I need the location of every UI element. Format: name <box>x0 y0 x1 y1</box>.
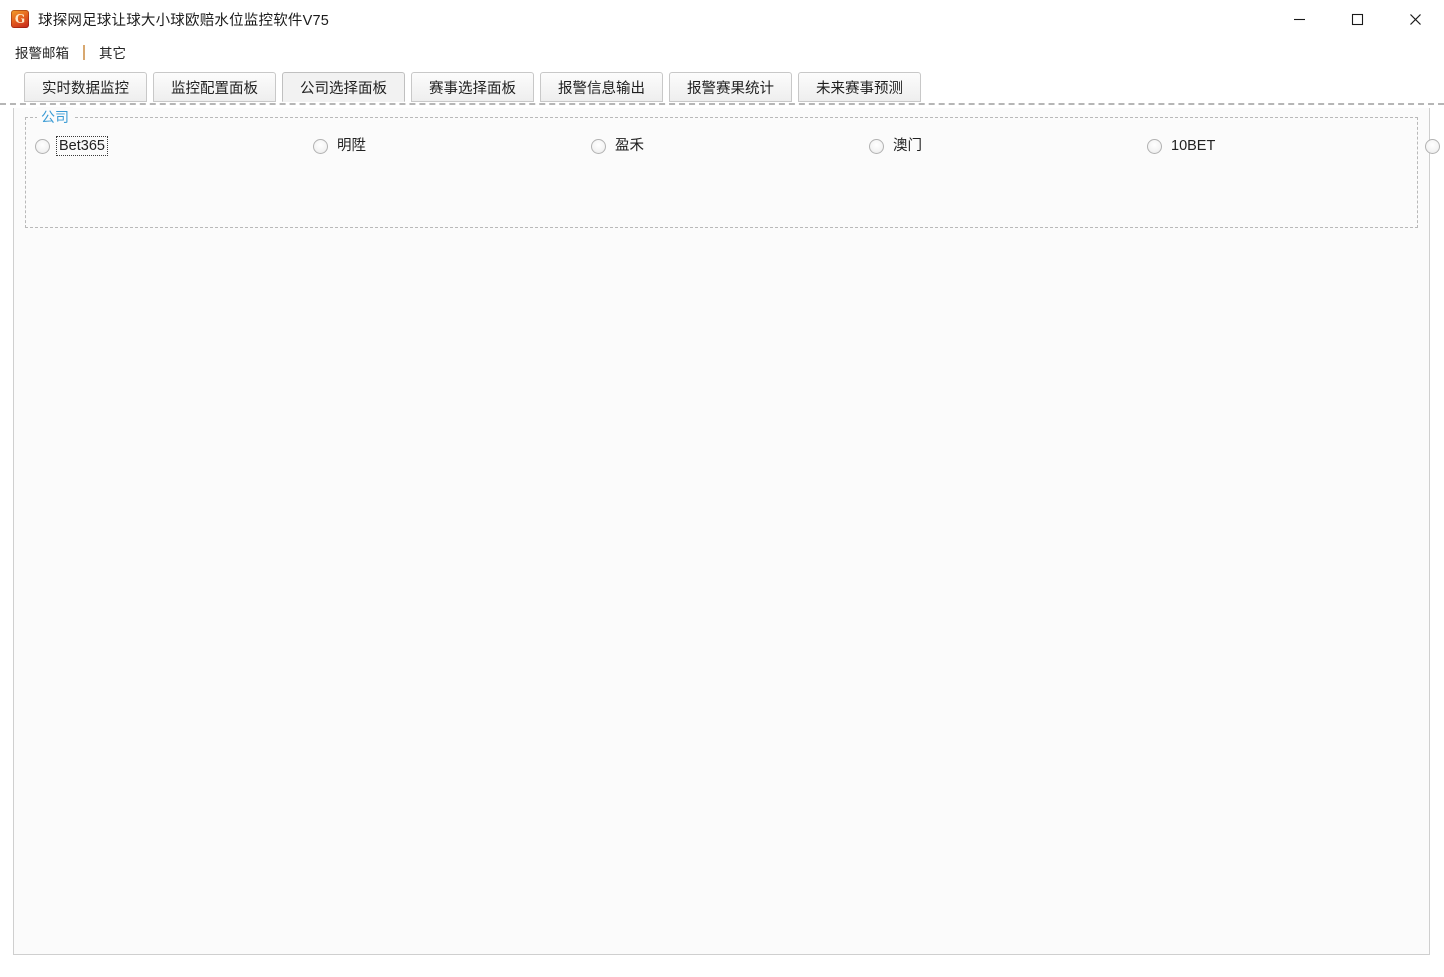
radio-company-macau[interactable]: 澳门 <box>869 132 1147 160</box>
tab-page-company-select: 公司 Bet365 明陞 盈禾 澳门 10BET <box>13 107 1440 955</box>
company-radio-group: Bet365 明陞 盈禾 澳门 10BET <box>35 132 1440 160</box>
radio-dot-icon <box>35 138 50 154</box>
tab-strip: 实时数据监控 监控配置面板 公司选择面板 赛事选择面板 报警信息输出 报警赛果统… <box>0 66 1444 102</box>
tab-match-select-panel[interactable]: 赛事选择面板 <box>411 72 534 102</box>
minimize-icon <box>1293 18 1305 20</box>
radio-dot-icon <box>1147 138 1162 154</box>
close-button[interactable] <box>1386 0 1444 38</box>
radio-company-18bet[interactable]: 18Bet <box>1425 132 1444 160</box>
maximize-icon <box>1351 13 1363 25</box>
application-window: 球探网足球让球大小球欧赔水位监控软件V75 报警邮箱 <box>0 0 1444 977</box>
radio-company-mingsheng[interactable]: 明陞 <box>313 132 591 160</box>
radio-company-bet365[interactable]: Bet365 <box>35 132 313 160</box>
window-controls <box>1270 0 1444 38</box>
tab-realtime-data-monitor[interactable]: 实时数据监控 <box>24 72 147 102</box>
company-group-box: 公司 Bet365 明陞 盈禾 澳门 10BET <box>25 107 1440 228</box>
radio-label: 10BET <box>1171 137 1216 154</box>
menu-item-alert-mailbox[interactable]: 报警邮箱 <box>9 40 75 64</box>
close-icon <box>1409 13 1421 25</box>
radio-label: 明陞 <box>337 137 366 154</box>
app-logo-icon <box>11 10 29 28</box>
tab-alert-result-stats[interactable]: 报警赛果统计 <box>669 72 792 102</box>
tab-monitor-config-panel[interactable]: 监控配置面板 <box>153 72 276 102</box>
radio-dot-icon <box>1425 138 1440 154</box>
maximize-button[interactable] <box>1328 0 1386 38</box>
menu-bar: 报警邮箱 其它 <box>0 38 1444 66</box>
tab-future-match-prediction[interactable]: 未来赛事预测 <box>798 72 921 102</box>
radio-company-yinghe[interactable]: 盈禾 <box>591 132 869 160</box>
radio-dot-icon <box>869 138 884 154</box>
tab-company-select-panel[interactable]: 公司选择面板 <box>282 72 405 102</box>
minimize-button[interactable] <box>1270 0 1328 38</box>
tab-page-top-divider <box>0 103 1444 105</box>
menu-item-other[interactable]: 其它 <box>93 40 132 64</box>
radio-label: Bet365 <box>56 135 108 157</box>
company-group-title: 公司 <box>37 107 73 127</box>
menu-separator <box>83 44 85 60</box>
radio-label: 澳门 <box>893 137 922 154</box>
window-title: 球探网足球让球大小球欧赔水位监控软件V75 <box>38 12 329 29</box>
radio-dot-icon <box>591 138 606 154</box>
tab-alert-info-output[interactable]: 报警信息输出 <box>540 72 663 102</box>
radio-company-10bet[interactable]: 10BET <box>1147 132 1425 160</box>
title-bar: 球探网足球让球大小球欧赔水位监控软件V75 <box>0 0 1444 38</box>
radio-label: 盈禾 <box>615 137 644 154</box>
radio-dot-icon <box>313 138 328 154</box>
